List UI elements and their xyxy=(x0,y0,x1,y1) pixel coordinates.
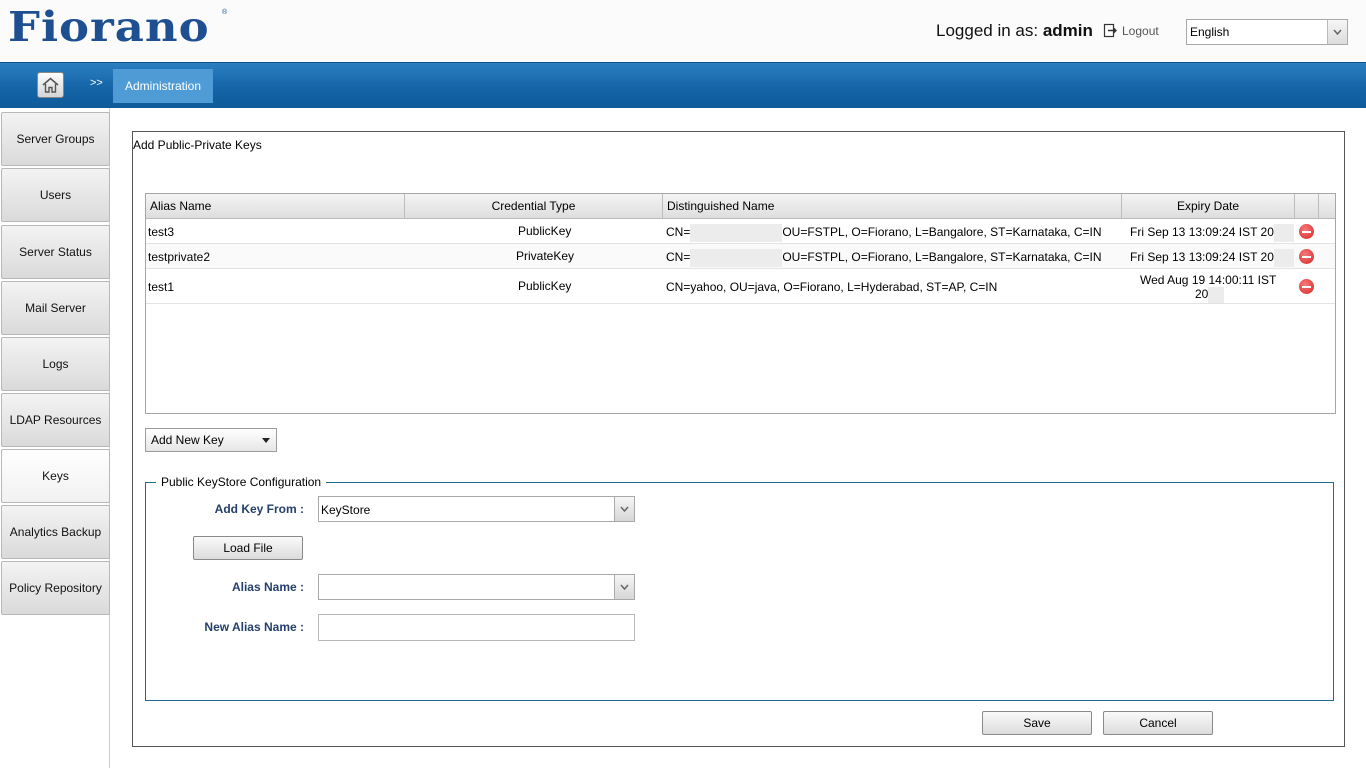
row-alias: test3 xyxy=(148,225,175,239)
row-credential-type: PublicKey xyxy=(518,279,572,293)
redacted-block xyxy=(690,249,783,267)
row-credential-type: PublicKey xyxy=(518,224,572,238)
navigation-bar: >> Administration xyxy=(0,62,1366,108)
alias-name-label: Alias Name : xyxy=(231,580,304,594)
row-dn-prefix: CN= xyxy=(666,250,691,265)
row-expiry-date: Wed Aug 19 14:00:11 IST xyxy=(1140,273,1277,287)
delete-icon[interactable] xyxy=(1299,279,1314,294)
table-row[interactable]: test1 PublicKey CN=yahoo, OU=java, O=Fio… xyxy=(146,269,1335,304)
add-key-from-select[interactable]: KeyStore xyxy=(318,496,635,522)
row-expiry-date: Fri Sep 13 13:09:24 IST 20 xyxy=(1130,249,1294,267)
sidebar-item-server-status[interactable]: Server Status xyxy=(1,225,110,279)
sidebar-item-mail-server[interactable]: Mail Server xyxy=(1,281,110,335)
row-distinguished-name: CN= OU=FSTPL, O=Fiorano, L=Bangalore, ST=… xyxy=(666,249,1102,267)
row-credential-type: PrivateKey xyxy=(516,249,575,263)
add-new-key-label: Add New Key xyxy=(151,433,224,447)
row-expiry-date-year: 20 xyxy=(1195,287,1225,303)
alias-name-dropdown-button[interactable] xyxy=(614,575,634,599)
delete-icon[interactable] xyxy=(1299,249,1314,264)
new-alias-name-label: New Alias Name : xyxy=(204,620,304,634)
row-dn-suffix: OU=FSTPL, O=Fiorano, L=Bangalore, ST=Kar… xyxy=(782,250,1102,265)
sidebar-item-logs[interactable]: Logs xyxy=(1,337,110,391)
row-distinguished-name: CN= OU=FSTPL, O=Fiorano, L=Bangalore, ST=… xyxy=(666,224,1102,242)
caret-down-icon xyxy=(262,438,270,443)
home-icon xyxy=(42,77,59,93)
column-header-alias-name[interactable]: Alias Name xyxy=(146,194,405,219)
sidebar-item-analytics-backup[interactable]: Analytics Backup xyxy=(1,505,110,559)
breadcrumb-separator: >> xyxy=(90,77,103,89)
redacted-block xyxy=(1273,224,1294,242)
public-keystore-configuration: Public KeyStore Configuration Add Key Fr… xyxy=(145,475,1334,701)
alias-name-select[interactable] xyxy=(318,574,635,600)
row-dn-suffix: OU=FSTPL, O=Fiorano, L=Bangalore, ST=Kar… xyxy=(782,225,1102,240)
sidebar-item-server-groups[interactable]: Server Groups xyxy=(1,112,110,166)
logged-in-status: Logged in as: admin xyxy=(936,21,1093,41)
column-header-actions xyxy=(1295,194,1319,219)
column-header-distinguished-name[interactable]: Distinguished Name xyxy=(663,194,1122,219)
logged-in-prefix: Logged in as: xyxy=(936,21,1039,40)
sidebar-item-users[interactable]: Users xyxy=(1,168,110,222)
logout-icon xyxy=(1103,23,1117,38)
new-alias-name-input[interactable] xyxy=(318,614,635,641)
redacted-block xyxy=(690,224,783,242)
sidebar-item-keys[interactable]: Keys xyxy=(1,449,110,503)
fieldset-legend: Public KeyStore Configuration xyxy=(156,475,327,489)
sidebar-item-ldap-resources[interactable]: LDAP Resources xyxy=(1,393,110,447)
logout-link[interactable]: Logout xyxy=(1103,23,1159,38)
chevron-down-icon xyxy=(620,506,629,512)
fiorano-logo: Fiorano ® xyxy=(8,2,228,52)
redacted-block xyxy=(1273,249,1294,267)
add-key-from-label: Add Key From : xyxy=(214,502,304,516)
logged-in-username: admin xyxy=(1042,21,1093,40)
keys-table: Alias Name Credential Type Distinguished… xyxy=(145,193,1336,414)
language-value: English xyxy=(1190,25,1230,39)
table-header: Alias Name Credential Type Distinguished… xyxy=(146,194,1335,219)
panel-title: Add Public-Private Keys xyxy=(133,138,262,152)
keys-panel: Add Public-Private Keys Alias Name Crede… xyxy=(132,131,1345,747)
chevron-down-icon xyxy=(1333,29,1342,35)
sidebar-item-policy-repository[interactable]: Policy Repository xyxy=(1,561,110,615)
chevron-down-icon xyxy=(620,584,629,590)
breadcrumb-administration[interactable]: Administration xyxy=(113,69,213,103)
row-dn-prefix: CN= xyxy=(666,225,691,240)
app-header: Fiorano ® Logged in as: admin Logout Eng… xyxy=(0,0,1366,62)
row-alias: testprivate2 xyxy=(148,250,211,264)
table-row[interactable]: test3 PublicKey CN= OU=FSTPL, O=Fiorano, … xyxy=(146,219,1335,244)
home-button[interactable] xyxy=(37,72,64,98)
column-header-expiry-date[interactable]: Expiry Date xyxy=(1122,194,1295,219)
row-expiry-date: Fri Sep 13 13:09:24 IST 20 xyxy=(1130,224,1294,242)
table-row[interactable]: testprivate2 PrivateKey CN= OU=FSTPL, O=F… xyxy=(146,244,1335,269)
delete-icon[interactable] xyxy=(1299,224,1314,239)
row-distinguished-name: CN=yahoo, OU=java, O=Fiorano, L=Hyderaba… xyxy=(666,280,998,294)
save-button[interactable]: Save xyxy=(982,711,1092,735)
add-new-key-dropdown[interactable]: Add New Key xyxy=(145,428,277,452)
cancel-button[interactable]: Cancel xyxy=(1103,711,1213,735)
language-select[interactable]: English xyxy=(1186,19,1348,45)
language-dropdown-button[interactable] xyxy=(1327,20,1347,44)
column-header-spacer xyxy=(1319,194,1335,219)
redacted-block xyxy=(1208,287,1225,303)
logout-label: Logout xyxy=(1122,23,1159,38)
load-file-button[interactable]: Load File xyxy=(193,536,303,560)
column-header-credential-type[interactable]: Credential Type xyxy=(405,194,663,219)
sidebar: Server Groups Users Server Status Mail S… xyxy=(0,108,110,768)
row-alias: test1 xyxy=(148,280,175,294)
add-key-from-value: KeyStore xyxy=(321,503,371,517)
add-key-from-dropdown-button[interactable] xyxy=(614,497,634,521)
